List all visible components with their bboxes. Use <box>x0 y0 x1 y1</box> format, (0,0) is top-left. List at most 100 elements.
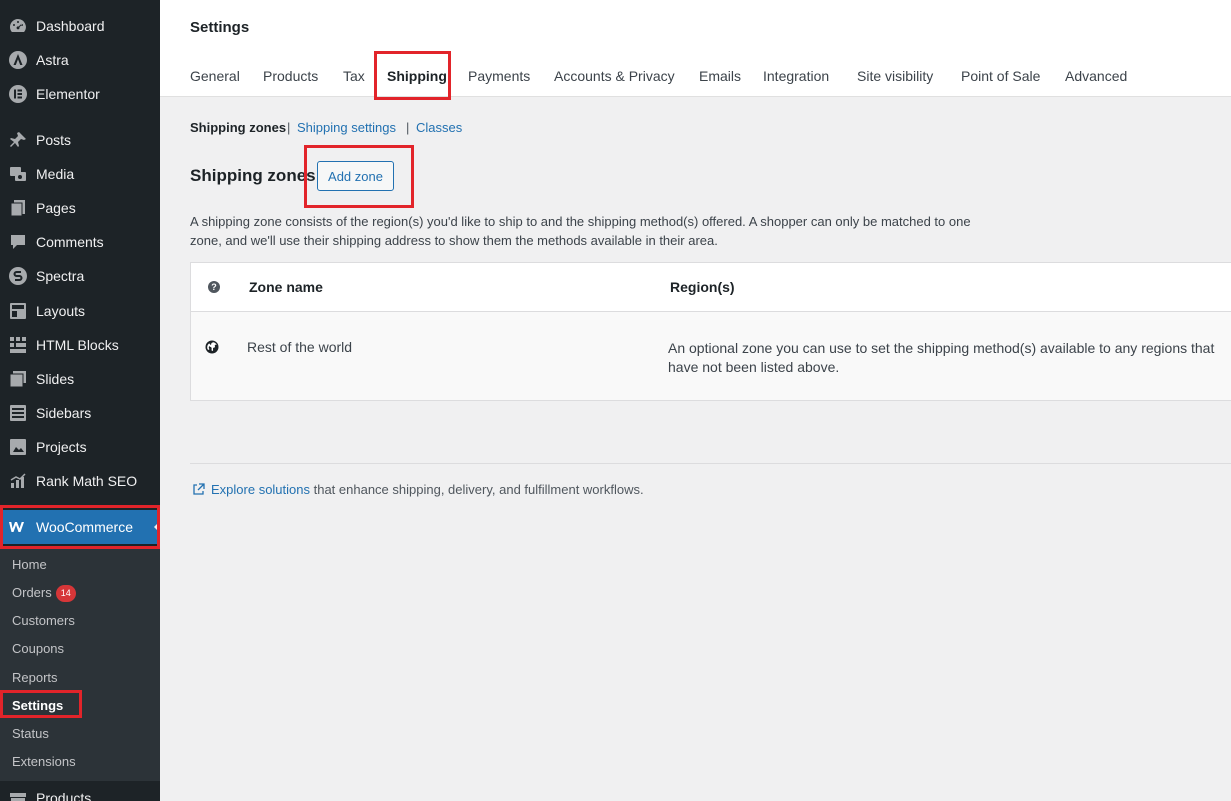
woocommerce-submenu: Home Orders 14 Customers Coupons Reports … <box>0 549 160 781</box>
sidebar-item-label: Elementor <box>36 86 100 102</box>
globe-icon <box>205 340 219 354</box>
tab-emails[interactable]: Emails <box>699 68 741 84</box>
elementor-icon <box>0 84 36 104</box>
tab-general[interactable]: General <box>190 68 240 84</box>
admin-sidebar: Dashboard Astra Elementor Posts Media Pa… <box>0 0 160 801</box>
add-zone-button[interactable]: Add zone <box>317 161 394 191</box>
media-icon <box>0 164 36 184</box>
submenu-item-orders[interactable]: Orders 14 <box>12 585 76 602</box>
html-blocks-icon <box>0 335 36 355</box>
column-header-regions: Region(s) <box>670 279 735 295</box>
sidebar-item-label: Rank Math SEO <box>36 473 138 489</box>
zone-regions: An optional zone you can use to set the … <box>668 340 1215 375</box>
sidebar-item-label: Astra <box>36 52 69 68</box>
sidebar-item-pages[interactable]: Pages <box>0 191 160 225</box>
products-icon <box>0 788 36 801</box>
submenu-label: Status <box>12 726 49 741</box>
sidebar-item-label: Projects <box>36 439 87 455</box>
sidebar-item-posts[interactable]: Posts <box>0 123 160 157</box>
main-content: Shipping zones | Shipping settings | Cla… <box>160 98 1231 801</box>
tab-site-visibility[interactable]: Site visibility <box>857 68 933 84</box>
sidebar-item-astra[interactable]: Astra <box>0 43 160 77</box>
sidebar-item-comments[interactable]: Comments <box>0 225 160 259</box>
sidebar-item-dashboard[interactable]: Dashboard <box>0 9 160 43</box>
submenu-label: Coupons <box>12 641 65 656</box>
page-title: Settings <box>190 19 250 36</box>
submenu-item-settings[interactable]: Settings <box>12 698 63 713</box>
sidebar-item-label: Comments <box>36 234 104 250</box>
submenu-label: Reports <box>12 670 58 685</box>
submenu-item-home[interactable]: Home <box>12 557 47 572</box>
sidebar-item-label: Layouts <box>36 303 86 319</box>
dashboard-icon <box>0 16 36 36</box>
submenu-item-status[interactable]: Status <box>12 726 49 741</box>
layouts-icon <box>0 301 36 321</box>
tab-point-of-sale[interactable]: Point of Sale <box>961 68 1040 84</box>
tab-products[interactable]: Products <box>263 68 318 84</box>
subnav-classes-link[interactable]: Classes <box>416 120 462 135</box>
sidebar-item-label: Slides <box>36 371 75 387</box>
sidebar-item-projects[interactable]: Projects <box>0 430 160 464</box>
astra-icon <box>0 50 36 70</box>
comments-icon <box>0 232 36 252</box>
sidebar-item-elementor[interactable]: Elementor <box>0 77 160 111</box>
zone-name: Rest of the world <box>247 339 353 355</box>
slides-icon <box>0 369 36 389</box>
explore-solutions-text: that enhance shipping, delivery, and ful… <box>310 482 644 497</box>
submenu-item-coupons[interactable]: Coupons <box>12 641 64 656</box>
sidebar-item-label: Posts <box>36 132 72 148</box>
sidebar-item-products[interactable]: Products <box>0 781 160 801</box>
external-link-icon <box>193 483 205 495</box>
sidebar-item-label: Pages <box>36 200 76 216</box>
explore-solutions-link[interactable]: Explore solutions <box>211 482 310 497</box>
sidebar-item-label: Sidebars <box>36 405 92 421</box>
sidebar-item-label: WooCommerce <box>36 519 133 535</box>
sidebar-item-label: Dashboard <box>36 18 105 34</box>
sidebar-item-sidebars[interactable]: Sidebars <box>0 396 160 430</box>
pages-icon <box>0 198 36 218</box>
explore-solutions-notice: Explore solutions that enhance shipping,… <box>192 482 644 497</box>
sidebar-item-label: Spectra <box>36 268 85 284</box>
shipping-zones-table: ? Zone name Region(s) Rest of the world … <box>190 262 1231 401</box>
pushpin-icon <box>0 130 36 150</box>
sidebar-item-label: HTML Blocks <box>36 337 119 353</box>
submenu-label: Customers <box>12 613 75 628</box>
spectra-icon <box>0 266 36 286</box>
submenu-item-customers[interactable]: Customers <box>12 613 75 628</box>
table-header-row: ? Zone name Region(s) <box>191 263 1231 312</box>
submenu-label: Extensions <box>12 754 76 769</box>
rank-math-icon <box>0 471 36 491</box>
sidebar-item-media[interactable]: Media <box>0 157 160 191</box>
submenu-item-reports[interactable]: Reports <box>12 670 58 685</box>
sidebars-icon <box>0 403 36 423</box>
column-header-zone-name: Zone name <box>249 279 323 295</box>
sidebar-item-rank-math-seo[interactable]: Rank Math SEO <box>0 464 160 498</box>
subnav-shipping-settings-link[interactable]: Shipping settings <box>297 120 396 135</box>
tab-tax[interactable]: Tax <box>343 68 365 84</box>
sidebar-item-woocommerce[interactable]: WooCommerce <box>0 510 160 544</box>
sidebar-item-label: Media <box>36 166 75 182</box>
sidebar-item-html-blocks[interactable]: HTML Blocks <box>0 328 160 362</box>
help-icon[interactable]: ? <box>208 281 220 293</box>
tab-accounts-privacy[interactable]: Accounts & Privacy <box>554 68 675 84</box>
tab-integration[interactable]: Integration <box>763 68 829 84</box>
submenu-label: Settings <box>12 698 64 713</box>
tab-payments[interactable]: Payments <box>468 68 530 84</box>
subnav-shipping-zones: Shipping zones <box>190 120 287 135</box>
submenu-item-extensions[interactable]: Extensions <box>12 754 76 769</box>
shipping-zones-description: A shipping zone consists of the region(s… <box>190 214 971 248</box>
sidebar-item-slides[interactable]: Slides <box>0 362 160 396</box>
sidebar-item-spectra[interactable]: Spectra <box>0 259 160 293</box>
submenu-label: Orders <box>12 585 52 600</box>
projects-icon <box>0 437 36 457</box>
orders-count-badge: 14 <box>55 585 76 602</box>
subnav-separator: | <box>287 120 291 135</box>
settings-header: Settings General Products Tax Shipping P… <box>160 0 1231 100</box>
table-row[interactable]: Rest of the world An optional zone you c… <box>191 312 1231 400</box>
sidebar-item-layouts[interactable]: Layouts <box>0 294 160 328</box>
subnav-separator: | <box>406 120 410 135</box>
section-divider <box>190 463 1231 464</box>
tab-advanced[interactable]: Advanced <box>1065 68 1127 84</box>
submenu-label: Home <box>12 557 47 572</box>
tab-shipping[interactable]: Shipping <box>387 68 447 84</box>
